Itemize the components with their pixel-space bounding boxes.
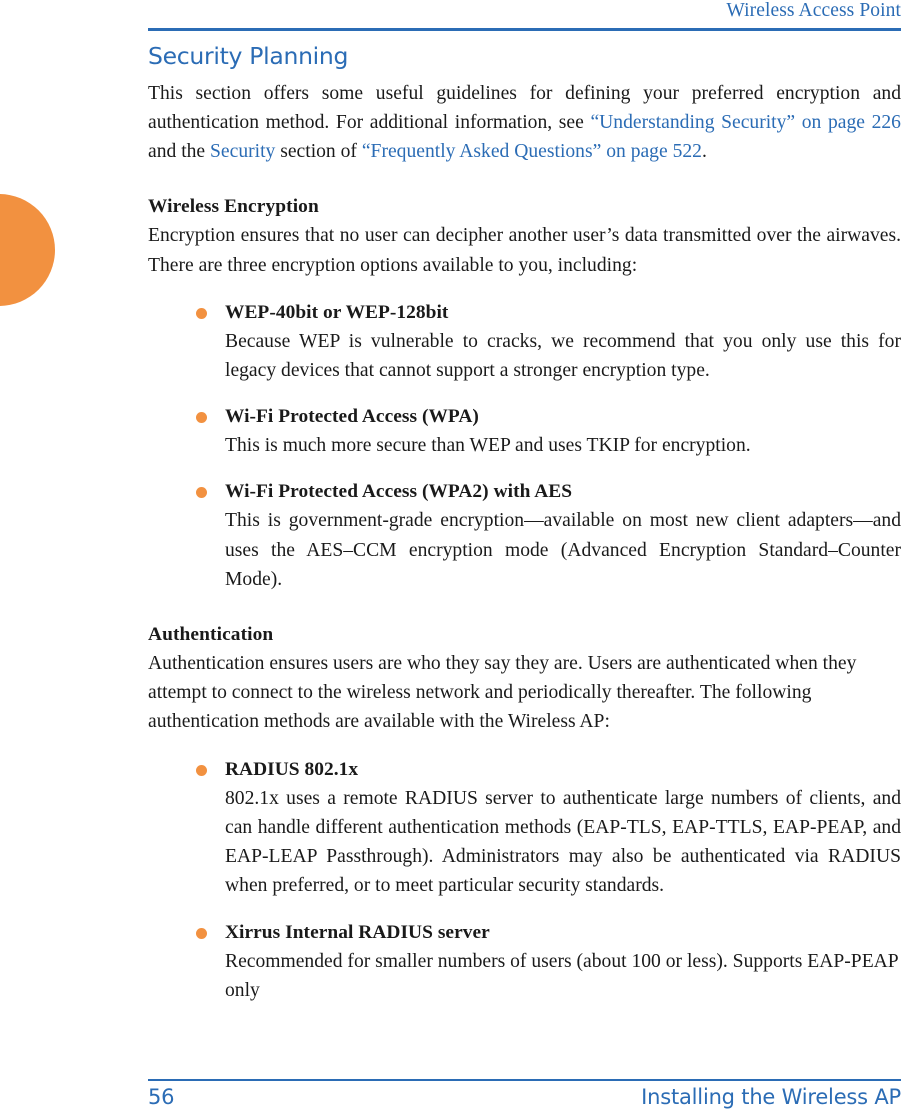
list-item-title: Wi-Fi Protected Access (WPA2) with AES <box>225 481 573 503</box>
running-header: Wireless Access Point <box>726 0 901 21</box>
list-item: WEP-40bit or WEP-128bit Because WEP is v… <box>148 298 901 385</box>
intro-text-part4: . <box>701 141 707 163</box>
link-understanding-security[interactable]: “Understanding Security” on page 226 <box>590 112 901 133</box>
intro-text-part2: and the <box>148 141 211 163</box>
list-item: Xirrus Internal RADIUS server Recommende… <box>148 918 901 1005</box>
list-item: RADIUS 802.1x 802.1x uses a remote RADIU… <box>148 755 901 901</box>
bullet-dot-icon <box>196 927 207 939</box>
list-item-title: Xirrus Internal RADIUS server <box>225 921 490 943</box>
bullet-dot-icon <box>196 412 207 424</box>
section-intro-authentication: Authentication ensures users are who the… <box>148 653 857 733</box>
page-content-column: Security Planning This section offers so… <box>148 42 901 1005</box>
section-intro-wireless-encryption: Encryption ensures that no user can deci… <box>148 225 901 276</box>
section-heading-authentication: Authentication <box>148 624 274 646</box>
list-item-title: Wi-Fi Protected Access (WPA) <box>225 406 479 428</box>
list-item: Wi-Fi Protected Access (WPA2) with AES T… <box>148 477 901 594</box>
list-item-body: Recommended for smaller numbers of users… <box>225 950 898 1001</box>
list-item-body: 802.1x uses a remote RADIUS server to au… <box>225 787 901 897</box>
list-item-body: This is much more secure than WEP and us… <box>225 435 751 457</box>
page-footer: 56 Installing the Wireless AP <box>148 1085 901 1109</box>
bullet-dot-icon <box>196 487 207 499</box>
bullet-dot-icon <box>196 307 207 319</box>
link-security[interactable]: Security <box>210 141 275 162</box>
section-heading-wireless-encryption: Wireless Encryption <box>148 196 319 218</box>
footer-rule <box>148 1079 901 1081</box>
intro-text-part3: section of <box>275 141 362 163</box>
list-item-title: RADIUS 802.1x <box>225 758 359 780</box>
list-item-body: This is government-grade encryption—avai… <box>225 510 901 590</box>
bullet-dot-icon <box>196 764 207 776</box>
header-rule <box>148 28 901 31</box>
encryption-options-list: WEP-40bit or WEP-128bit Because WEP is v… <box>148 298 901 594</box>
list-item-body: Because WEP is vulnerable to cracks, we … <box>225 330 901 382</box>
list-item-title: WEP-40bit or WEP-128bit <box>225 301 449 323</box>
page-title: Security Planning <box>148 42 349 70</box>
intro-paragraph: This section offers some useful guidelin… <box>148 79 901 167</box>
page-edge-thumb-tab <box>0 194 55 306</box>
footer-section-title: Installing the Wireless AP <box>641 1085 901 1109</box>
authentication-methods-list: RADIUS 802.1x 802.1x uses a remote RADIU… <box>148 755 901 1005</box>
list-item: Wi-Fi Protected Access (WPA) This is muc… <box>148 402 901 460</box>
footer-page-number: 56 <box>148 1085 175 1109</box>
link-frequently-asked-questions[interactable]: “Frequently Asked Questions” on page 522 <box>362 141 702 162</box>
